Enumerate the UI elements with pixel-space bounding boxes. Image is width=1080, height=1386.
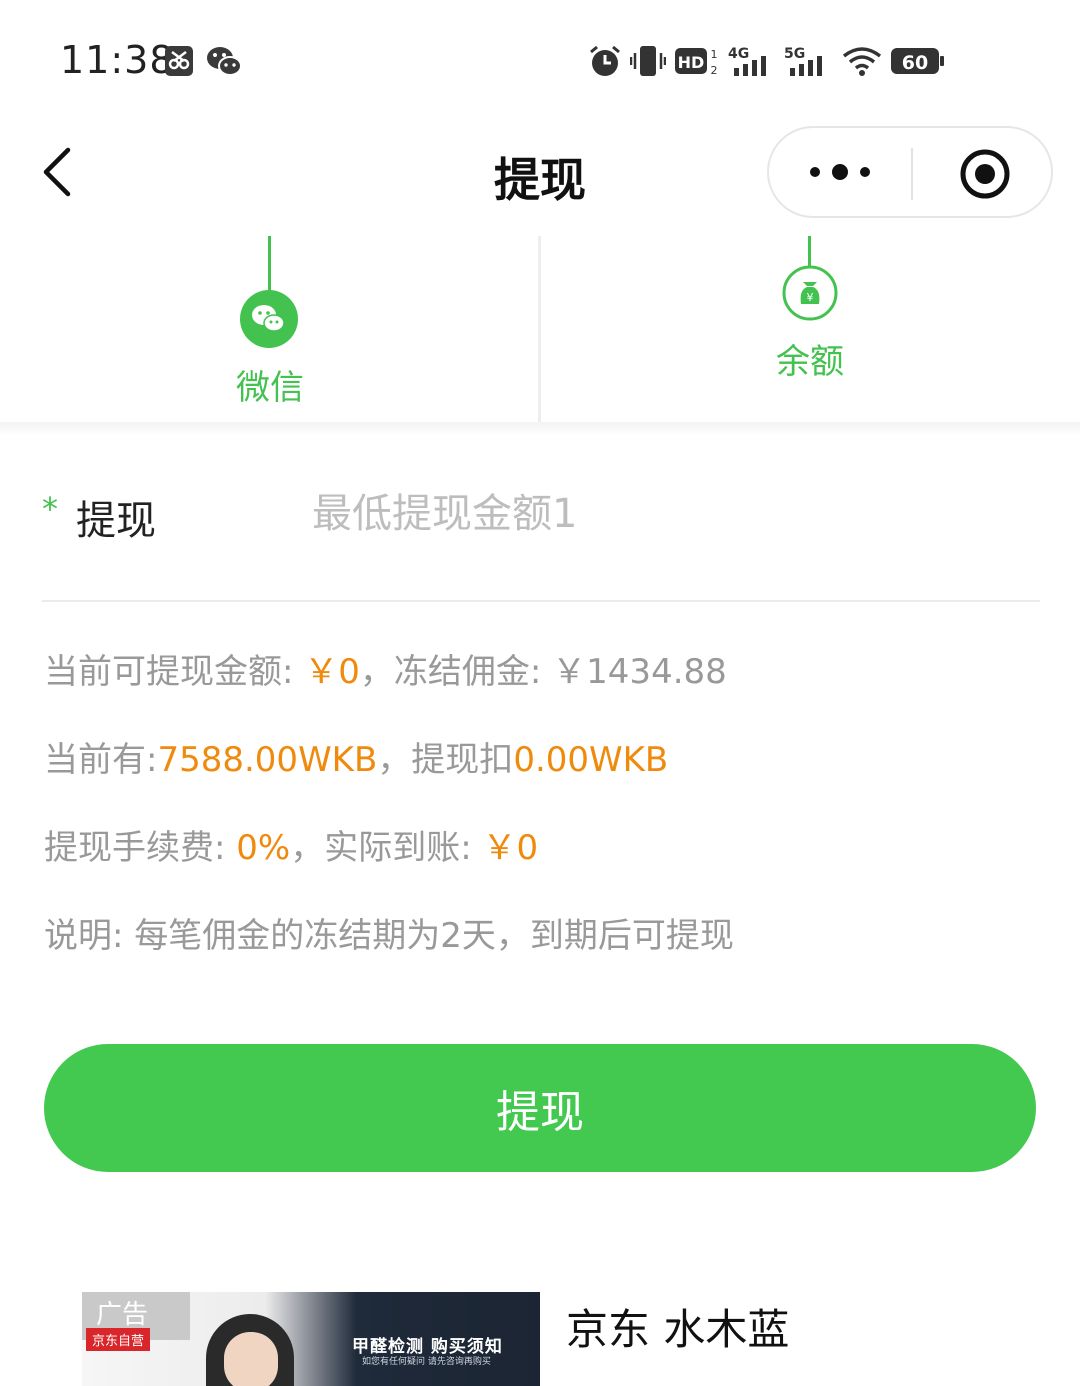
signal-4g-icon: 4G bbox=[728, 46, 766, 76]
info-text: 提现手续费: bbox=[44, 828, 237, 868]
wkb-balance-info: 当前有:7588.00WKB，提现扣0.00WKB bbox=[44, 732, 668, 781]
info-text: ，提现扣 bbox=[377, 740, 514, 780]
ad-badge-text: 广告 bbox=[96, 1300, 149, 1330]
ad-person-face bbox=[224, 1332, 278, 1386]
info-text: ，实际到账: bbox=[290, 828, 483, 868]
hd-icon: HD 1 2 bbox=[675, 48, 718, 77]
available-amount-value: ￥0 bbox=[304, 652, 360, 692]
tab-indicator-line bbox=[808, 236, 811, 266]
ad-title[interactable]: 京东 水木蓝 bbox=[566, 1296, 789, 1357]
fee-value: 0% bbox=[236, 828, 291, 868]
wechat-notification-icon bbox=[207, 47, 242, 76]
withdraw-amount-label: 提现 bbox=[76, 498, 156, 544]
mini-program-capsule bbox=[767, 126, 1053, 218]
vibrate-icon bbox=[630, 46, 666, 76]
battery-level: 60 bbox=[902, 52, 928, 74]
tabs-divider bbox=[538, 236, 541, 424]
withdraw-amount-input[interactable] bbox=[312, 482, 1012, 546]
actual-amount-value: ￥0 bbox=[482, 828, 539, 868]
tab-label-balance: 余额 bbox=[776, 342, 844, 382]
svg-text:HD: HD bbox=[678, 53, 705, 72]
ad-image[interactable]: 甲醛检测 购买须知 如您有任何疑问 请先咨询再购买 广告 京东自营 bbox=[82, 1292, 540, 1386]
capsule-divider bbox=[911, 148, 913, 200]
more-dots-icon[interactable] bbox=[809, 159, 871, 185]
screenshot-icon bbox=[165, 46, 193, 76]
info-text: 当前有: bbox=[44, 740, 158, 780]
record-icon[interactable] bbox=[959, 148, 1011, 200]
money-bag-icon: ¥ bbox=[782, 265, 838, 321]
tab-indicator-line bbox=[268, 236, 271, 294]
withdraw-submit-button[interactable]: 提现 bbox=[44, 1044, 1036, 1172]
svg-text:5G: 5G bbox=[784, 46, 805, 62]
svg-text:2: 2 bbox=[711, 64, 718, 77]
section-separator bbox=[0, 422, 1080, 436]
signal-5g-icon: 5G bbox=[784, 46, 822, 76]
battery-icon: 60 bbox=[891, 48, 944, 74]
svg-text:¥: ¥ bbox=[807, 291, 814, 304]
status-bar: 11:38 HD 1 2 4G 5G 60 bbox=[0, 0, 1080, 120]
wifi-icon bbox=[842, 47, 882, 76]
wkb-balance-value: 7588.00WKB bbox=[157, 740, 378, 780]
tab-balance[interactable]: ¥ 余额 bbox=[540, 236, 1080, 422]
svg-text:4G: 4G bbox=[728, 46, 749, 62]
wechat-icon bbox=[240, 290, 298, 348]
alarm-icon bbox=[590, 45, 620, 76]
svg-text:1: 1 bbox=[711, 48, 718, 61]
ad-brand-tag: 京东自营 bbox=[86, 1328, 151, 1351]
required-mark: * bbox=[42, 490, 58, 528]
withdraw-amount-row: * 提现 bbox=[42, 470, 1040, 602]
frozen-commission-text: ，冻结佣金: ￥1434.88 bbox=[359, 652, 727, 692]
ad-banner[interactable]: 甲醛检测 购买须知 如您有任何疑问 请先咨询再购买 广告 京东自营 京东 水木蓝 bbox=[82, 1292, 1042, 1386]
tab-label-wechat: 微信 bbox=[236, 368, 304, 408]
ad-subline: 如您有任何疑问 请先咨询再购买 bbox=[362, 1357, 491, 1367]
available-amount-info: 当前可提现金额: ￥0，冻结佣金: ￥1434.88 bbox=[44, 644, 727, 693]
tab-wechat[interactable]: 微信 bbox=[0, 236, 540, 422]
nav-bar: 提现 bbox=[0, 120, 1080, 230]
wkb-deduct-value: 0.00WKB bbox=[513, 740, 669, 780]
withdraw-note: 说明: 每笔佣金的冻结期为2天，到期后可提现 bbox=[44, 916, 734, 956]
fee-info: 提现手续费: 0%，实际到账: ￥0 bbox=[44, 820, 538, 869]
info-text: 当前可提现金额: bbox=[44, 652, 305, 692]
status-time: 11:38 bbox=[60, 38, 175, 82]
